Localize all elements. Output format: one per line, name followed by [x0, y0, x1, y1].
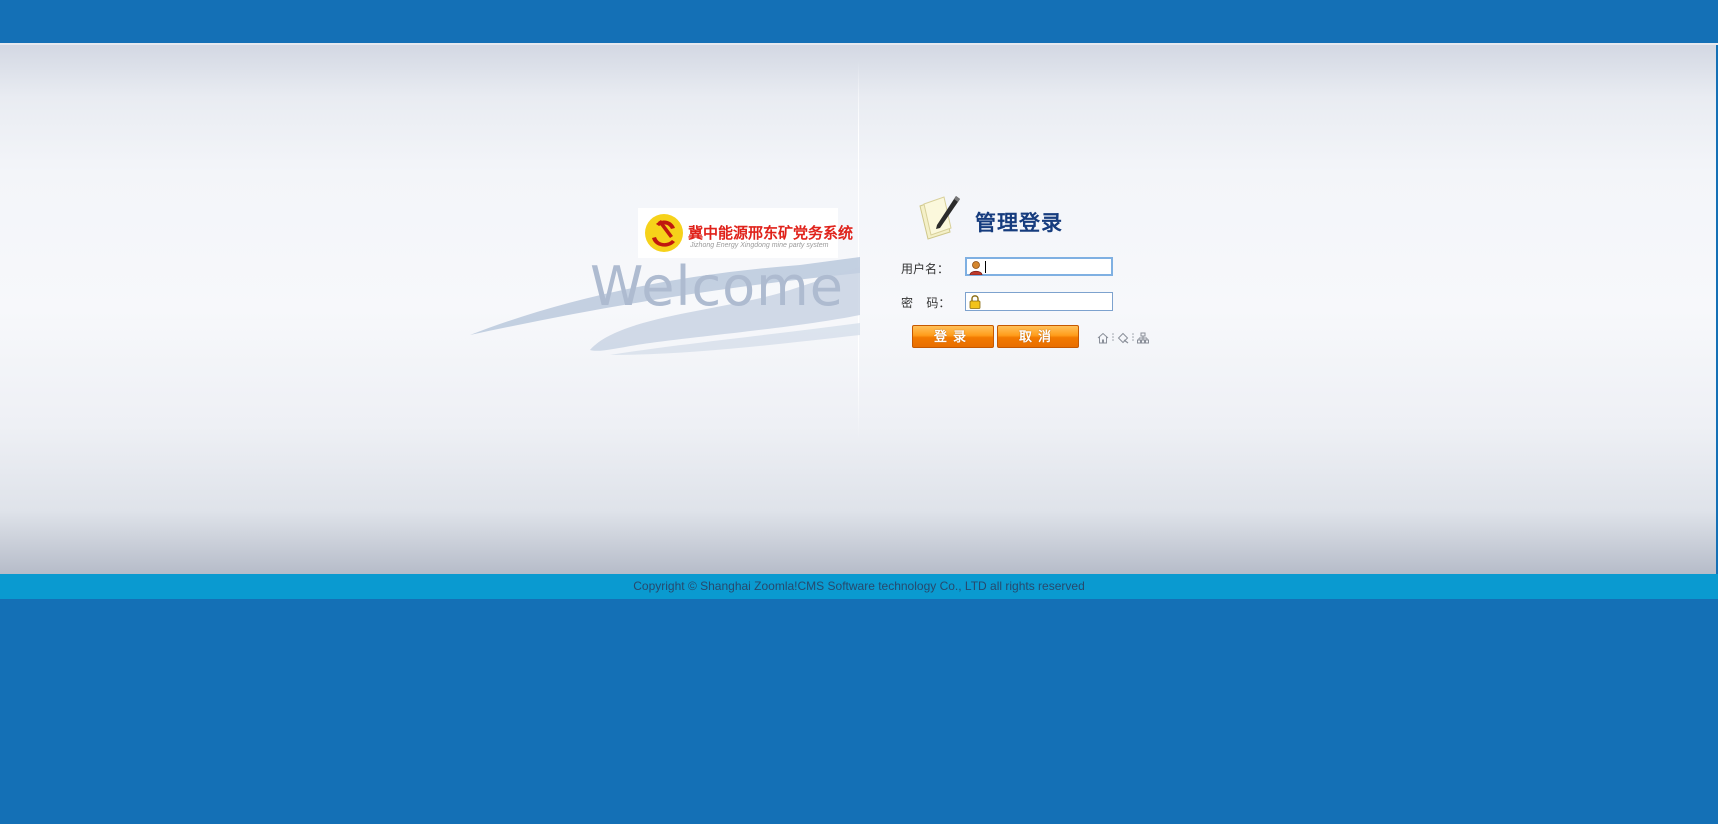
password-field[interactable]	[965, 292, 1113, 311]
password-label: 密 码：	[901, 294, 950, 311]
separator	[1132, 333, 1134, 341]
pen-notepad-icon	[919, 196, 960, 240]
favorite-icon[interactable]	[1117, 332, 1129, 344]
party-emblem-icon	[645, 214, 683, 252]
separator	[1112, 333, 1114, 341]
password-label-char1: 密	[901, 296, 914, 310]
page-title: 管理登录	[975, 212, 1063, 235]
password-input[interactable]	[984, 293, 1109, 310]
username-label: 用户名：	[901, 262, 950, 276]
user-icon	[969, 261, 983, 275]
top-banner	[0, 0, 1718, 43]
system-logo: 冀中能源邢东矿党务系统 Jizhong Energy Xingdong mine…	[638, 208, 853, 258]
text-caret	[985, 261, 986, 273]
home-icon[interactable]	[1097, 332, 1109, 344]
username-input[interactable]	[985, 259, 1110, 274]
logo-subtitle: Jizhong Energy Xingdong mine party syste…	[690, 242, 829, 249]
lock-icon	[969, 295, 981, 309]
username-field[interactable]	[965, 257, 1113, 276]
login-button[interactable]: 登录	[912, 325, 994, 348]
welcome-text: Welcome	[590, 255, 845, 318]
logo-title: 冀中能源邢东矿党务系统	[688, 224, 854, 242]
footer-copyright: Copyright © Shanghai Zoomla!CMS Software…	[0, 574, 1718, 599]
cancel-button[interactable]: 取消	[997, 325, 1079, 348]
sitemap-icon[interactable]	[1137, 332, 1149, 344]
password-label-char2: 码：	[926, 296, 951, 310]
